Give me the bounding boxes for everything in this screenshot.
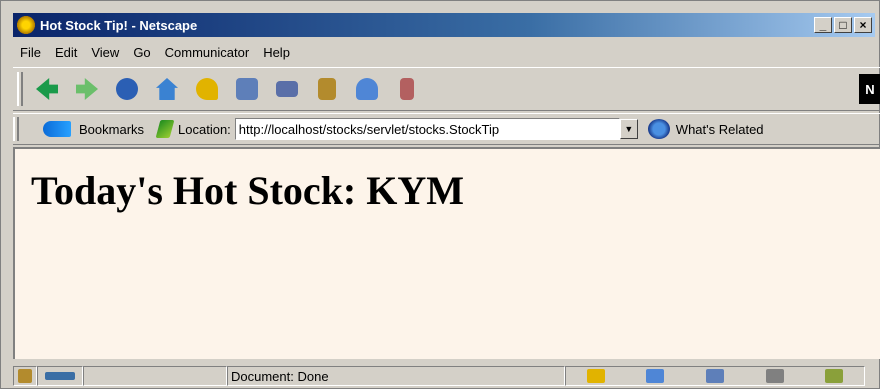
forward-button[interactable]	[67, 72, 107, 106]
bookmarks-icon	[43, 121, 71, 137]
my-netscape-icon	[236, 78, 258, 100]
connection-icon	[45, 372, 75, 380]
menu-help[interactable]: Help	[256, 45, 297, 60]
url-input[interactable]: http://localhost/stocks/servlet/stocks.S…	[234, 118, 620, 140]
netscape-logo[interactable]: N	[859, 74, 880, 104]
url-text: http://localhost/stocks/servlet/stocks.S…	[238, 121, 500, 137]
netscape-app-icon[interactable]	[17, 16, 35, 34]
back-button[interactable]	[27, 72, 67, 106]
location-label: Location:	[178, 121, 231, 137]
progress-cell	[83, 366, 227, 386]
menu-bar: File Edit View Go Communicator Help	[13, 41, 297, 63]
newsgroups-icon[interactable]	[705, 369, 724, 383]
connection-status-cell[interactable]	[37, 366, 83, 386]
search-icon	[196, 78, 218, 100]
bookmarks-button[interactable]: Bookmarks	[79, 122, 144, 137]
browser-window: Hot Stock Tip! - Netscape _ □ × File Edi…	[0, 0, 880, 389]
mail-icon[interactable]	[646, 369, 665, 383]
page-headline: Today's Hot Stock: KYM	[31, 168, 465, 213]
forward-arrow-icon	[76, 78, 98, 100]
menu-edit[interactable]: Edit	[48, 45, 84, 60]
location-pin-icon[interactable]	[155, 120, 175, 138]
address-book-icon[interactable]	[765, 369, 784, 383]
menu-communicator[interactable]: Communicator	[158, 45, 257, 60]
composer-icon[interactable]	[825, 369, 844, 383]
navigator-icon[interactable]	[586, 369, 605, 383]
status-text: Document: Done	[231, 368, 329, 384]
location-grip[interactable]	[13, 117, 19, 141]
whats-related-button[interactable]: What's Related	[676, 122, 764, 137]
title-bar: Hot Stock Tip! - Netscape _ □ ×	[13, 13, 875, 37]
security-status-cell[interactable]	[13, 366, 37, 386]
page-content: Today's Hot Stock: KYM	[13, 147, 880, 359]
home-button[interactable]	[147, 72, 187, 106]
search-button[interactable]	[187, 72, 227, 106]
menu-go[interactable]: Go	[126, 45, 157, 60]
toolbar-grip[interactable]	[17, 72, 23, 106]
lock-icon	[318, 78, 336, 100]
chevron-down-icon: ▼	[624, 124, 634, 134]
print-icon	[276, 81, 298, 97]
reload-button[interactable]	[107, 72, 147, 106]
status-bar: Document: Done	[13, 363, 880, 389]
close-button[interactable]: ×	[854, 17, 872, 33]
menu-view[interactable]: View	[84, 45, 126, 60]
back-arrow-icon	[36, 78, 58, 100]
my-netscape-button[interactable]	[227, 72, 267, 106]
navigation-toolbar: N	[13, 67, 880, 111]
stop-icon	[400, 78, 414, 100]
lock-status-icon	[18, 369, 32, 383]
minimize-button[interactable]: _	[814, 17, 832, 33]
shop-button[interactable]	[347, 72, 387, 106]
maximize-button[interactable]: □	[834, 17, 852, 33]
menu-file[interactable]: File	[13, 45, 48, 60]
security-button[interactable]	[307, 72, 347, 106]
stop-button[interactable]	[387, 72, 427, 106]
print-button[interactable]	[267, 72, 307, 106]
window-title: Hot Stock Tip! - Netscape	[40, 17, 198, 33]
component-bar	[565, 366, 865, 386]
status-text-cell: Document: Done	[227, 366, 565, 386]
reload-icon	[116, 78, 138, 100]
shop-icon	[356, 78, 378, 100]
location-toolbar: Bookmarks Location: http://localhost/sto…	[13, 113, 880, 145]
home-icon	[156, 78, 178, 100]
url-dropdown-button[interactable]: ▼	[619, 119, 638, 139]
whats-related-icon[interactable]	[647, 119, 670, 139]
